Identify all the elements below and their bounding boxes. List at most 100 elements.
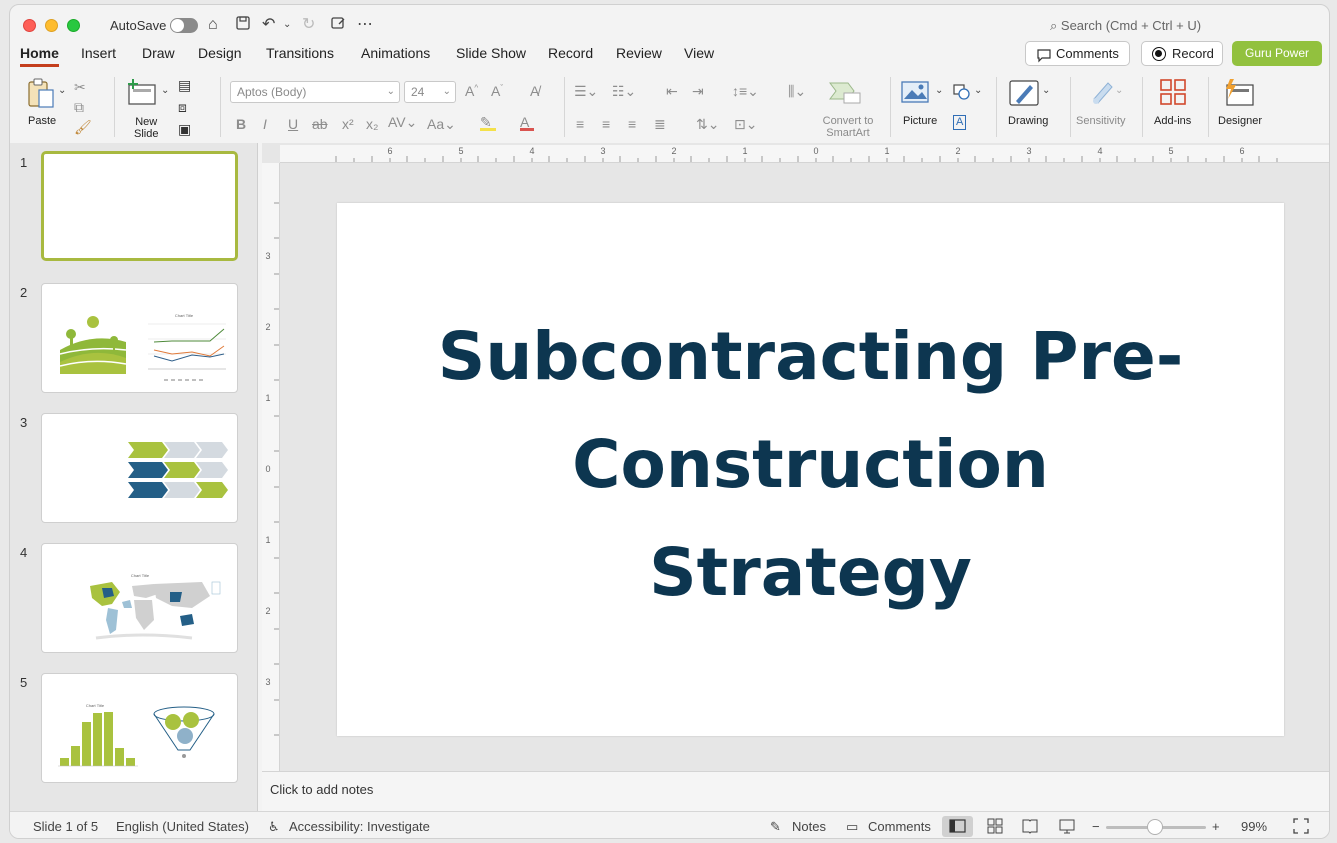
- align-right-icon[interactable]: ≡: [628, 116, 636, 132]
- slide-thumbnail-5[interactable]: Chart Title: [41, 673, 238, 783]
- align-left-icon[interactable]: ≡: [576, 116, 584, 132]
- subscript-icon[interactable]: x₂: [366, 116, 378, 132]
- slide-canvas[interactable]: Subcontracting Pre- Construction Strateg…: [337, 203, 1284, 736]
- clear-formatting-icon[interactable]: A̸: [530, 83, 539, 99]
- slide-thumbnail-panel[interactable]: 1 2 Chart Title 3 4 Chart Title 5 Chart …: [10, 143, 258, 811]
- tab-home[interactable]: Home: [20, 43, 59, 67]
- paste-dropdown-icon[interactable]: ⌄: [58, 85, 66, 96]
- strikethrough-icon[interactable]: ab: [312, 116, 328, 132]
- new-slide-icon[interactable]: [126, 77, 158, 110]
- bullets-icon[interactable]: ☰⌄: [574, 83, 598, 100]
- more-icon[interactable]: ⋯: [357, 15, 373, 35]
- zoom-out-button[interactable]: −: [1092, 819, 1100, 834]
- decrease-font-icon[interactable]: Aˇ: [491, 83, 503, 99]
- comments-icon[interactable]: ▭: [846, 819, 858, 835]
- tab-design[interactable]: Design: [198, 43, 242, 67]
- vertical-ruler[interactable]: 3 2 1 0 1 2 3: [262, 163, 280, 771]
- format-painter-icon[interactable]: 🖌: [74, 119, 92, 136]
- slide-editor[interactable]: 6 5 4 3 2 1 0 1 2 3 4 5 6 3 2 1 0 1 2 3 …: [262, 143, 1329, 771]
- slide-thumbnail-4[interactable]: Chart Title: [41, 543, 238, 653]
- fit-to-window-icon[interactable]: [1292, 817, 1310, 838]
- numbering-icon[interactable]: ☷⌄: [612, 83, 636, 100]
- slide-thumbnail-3[interactable]: [41, 413, 238, 523]
- text-direction-icon[interactable]: ⇅⌄: [696, 116, 719, 133]
- font-size-select[interactable]: 24 ⌄: [404, 81, 456, 103]
- increase-font-icon[interactable]: A^: [465, 83, 478, 99]
- language-indicator[interactable]: English (United States): [116, 819, 249, 834]
- text-box-icon[interactable]: A: [953, 115, 967, 130]
- slide-thumbnail-2[interactable]: Chart Title: [41, 283, 238, 393]
- redo-icon[interactable]: ↻: [302, 15, 315, 35]
- reset-icon[interactable]: ⧈: [178, 99, 187, 116]
- smartart-icon[interactable]: [826, 79, 866, 108]
- superscript-icon[interactable]: x²: [342, 116, 354, 132]
- comments-toggle[interactable]: Comments: [868, 819, 931, 834]
- tab-insert[interactable]: Insert: [81, 43, 116, 67]
- designer-icon[interactable]: [1222, 77, 1256, 110]
- font-color-icon[interactable]: A: [520, 114, 534, 131]
- tab-record[interactable]: Record: [548, 43, 593, 67]
- shapes-dropdown-icon[interactable]: ⌄: [974, 85, 982, 96]
- underline-icon[interactable]: U: [288, 116, 298, 132]
- tab-slide-show[interactable]: Slide Show: [456, 43, 526, 67]
- decrease-indent-icon[interactable]: ⇤: [666, 83, 678, 100]
- autosave-toggle[interactable]: [170, 18, 198, 33]
- cut-icon[interactable]: ✂: [74, 79, 86, 96]
- zoom-in-button[interactable]: +: [1212, 819, 1220, 834]
- picture-dropdown-icon[interactable]: ⌄: [935, 85, 943, 96]
- zoom-level[interactable]: 99%: [1241, 819, 1267, 834]
- notes-toggle[interactable]: Notes: [792, 819, 826, 834]
- copy-icon[interactable]: ⧉: [74, 99, 84, 116]
- drawing-icon[interactable]: [1008, 77, 1040, 112]
- minimize-window-button[interactable]: [45, 19, 58, 32]
- italic-icon[interactable]: I: [263, 116, 267, 132]
- line-spacing-icon[interactable]: ↕≡⌄: [732, 83, 759, 100]
- customize-icon[interactable]: [330, 15, 346, 37]
- increase-indent-icon[interactable]: ⇥: [692, 83, 704, 100]
- picture-icon[interactable]: [900, 79, 930, 108]
- align-center-icon[interactable]: ≡: [602, 116, 610, 132]
- shapes-icon[interactable]: [952, 83, 972, 104]
- undo-dropdown-icon[interactable]: ⌄: [283, 15, 291, 35]
- add-ins-icon[interactable]: [1158, 77, 1188, 110]
- new-slide-dropdown-icon[interactable]: ⌄: [161, 85, 169, 96]
- section-icon[interactable]: ▣: [178, 121, 191, 138]
- justify-icon[interactable]: ≣: [654, 116, 666, 133]
- notes-pane[interactable]: Click to add notes: [262, 771, 1329, 811]
- character-spacing-icon[interactable]: AV⌄: [388, 114, 417, 131]
- save-icon[interactable]: [235, 15, 251, 37]
- home-icon[interactable]: ⌂: [208, 15, 218, 35]
- bold-icon[interactable]: B: [236, 116, 246, 132]
- close-window-button[interactable]: [23, 19, 36, 32]
- slide-sorter-icon[interactable]: [986, 817, 1004, 838]
- align-text-icon[interactable]: ⊡⌄: [734, 116, 757, 133]
- record-button[interactable]: Record: [1141, 41, 1223, 66]
- drawing-dropdown-icon[interactable]: ⌄: [1042, 85, 1050, 96]
- layout-icon[interactable]: ▤: [178, 77, 191, 94]
- search-input[interactable]: ⌕ Search (Cmd + Ctrl + U): [1050, 18, 1201, 34]
- horizontal-ruler[interactable]: 6 5 4 3 2 1 0 1 2 3 4 5 6: [280, 145, 1329, 163]
- normal-view-button[interactable]: [942, 816, 973, 837]
- zoom-slider-handle[interactable]: [1147, 819, 1163, 835]
- change-case-icon[interactable]: Aa⌄: [427, 116, 456, 133]
- sensitivity-icon[interactable]: [1088, 77, 1118, 110]
- slide-title[interactable]: Subcontracting Pre- Construction Strateg…: [421, 303, 1201, 627]
- slideshow-icon[interactable]: [1058, 817, 1076, 838]
- tab-transitions[interactable]: Transitions: [266, 43, 334, 67]
- tab-view[interactable]: View: [684, 43, 714, 67]
- guru-power-button[interactable]: Guru Power: [1232, 41, 1322, 66]
- font-name-select[interactable]: Aptos (Body) ⌄: [230, 81, 400, 103]
- notes-icon[interactable]: ✎: [770, 819, 781, 835]
- paste-icon[interactable]: [26, 77, 56, 112]
- sensitivity-dropdown-icon[interactable]: ⌄: [1115, 85, 1123, 96]
- tab-animations[interactable]: Animations: [361, 43, 430, 67]
- tab-draw[interactable]: Draw: [142, 43, 175, 67]
- columns-icon[interactable]: ⫼⌄: [788, 83, 806, 100]
- highlight-icon[interactable]: ✎: [480, 114, 496, 131]
- tab-review[interactable]: Review: [616, 43, 662, 67]
- slide-thumbnail-1[interactable]: [41, 151, 238, 261]
- accessibility-status[interactable]: Accessibility: Investigate: [289, 819, 430, 834]
- undo-icon[interactable]: ↶: [262, 15, 275, 35]
- zoom-window-button[interactable]: [67, 19, 80, 32]
- reading-view-icon[interactable]: [1021, 817, 1039, 838]
